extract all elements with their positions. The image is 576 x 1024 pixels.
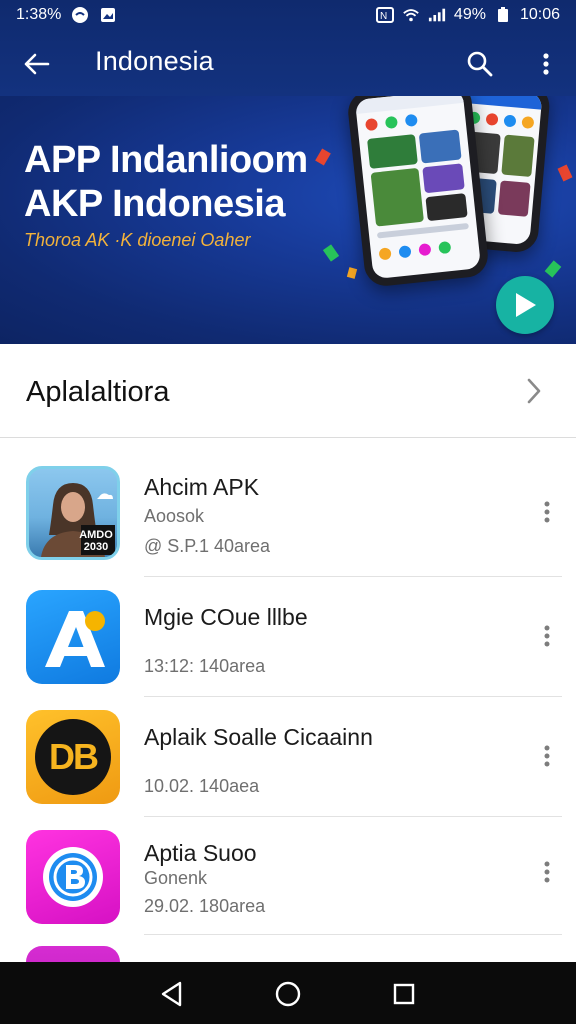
list-item[interactable]: AMDO 2030 Ahcim APK Aoosok @ S.P.1 40are… bbox=[0, 458, 576, 578]
arrow-left-icon bbox=[24, 53, 50, 75]
db-letters: DB bbox=[49, 736, 99, 777]
item-menu-button[interactable] bbox=[532, 616, 562, 656]
section-title: Aplalaltiora bbox=[26, 376, 170, 408]
search-icon bbox=[467, 51, 493, 77]
confetti bbox=[544, 260, 562, 278]
hero-headline: APP Indanlioom AKP Indonesia bbox=[24, 138, 308, 226]
shield-b-icon bbox=[26, 830, 120, 924]
search-button[interactable] bbox=[462, 46, 498, 82]
app-tile bbox=[376, 222, 469, 239]
app-dot bbox=[364, 117, 379, 132]
back-nav-icon bbox=[161, 981, 182, 1007]
photo-tile bbox=[422, 163, 465, 194]
image-notification-icon bbox=[99, 8, 117, 22]
app-developer: Aoosok bbox=[144, 506, 205, 526]
item-menu-button[interactable] bbox=[532, 736, 562, 776]
navigation-bar bbox=[0, 962, 576, 1024]
more-vert-icon bbox=[544, 625, 550, 647]
app-meta: 29.02. 180area bbox=[144, 896, 266, 916]
section-header[interactable]: Aplalaltiora bbox=[0, 344, 576, 438]
app-name: Aplaik Soalle Cicaainn bbox=[144, 724, 373, 750]
nav-home-button[interactable] bbox=[272, 978, 304, 1010]
play-button[interactable] bbox=[496, 276, 554, 334]
item-menu-button[interactable] bbox=[532, 852, 562, 892]
photo-tile bbox=[497, 180, 531, 217]
status-bar: 1:38% N 49% 10:06 bbox=[0, 0, 576, 30]
woman-photo-icon: AMDO 2030 bbox=[26, 466, 120, 560]
app-name: Aptia Suoo bbox=[144, 840, 257, 866]
app-tile bbox=[354, 96, 464, 115]
app-dot bbox=[404, 113, 418, 127]
list-item[interactable]: Aptia Suoo Gonenk 29.02. 180area bbox=[0, 818, 576, 938]
app-dot bbox=[503, 114, 517, 128]
status-clock: 10:06 bbox=[519, 6, 560, 23]
app-tile bbox=[463, 96, 543, 110]
list-item[interactable]: DB Aplaik Soalle Cicaainn 10.02. 140aea bbox=[0, 698, 576, 818]
more-options-button[interactable] bbox=[530, 46, 562, 82]
top-bar: 1:38% N 49% 10:06 Indonesia bbox=[0, 0, 576, 96]
home-nav-icon bbox=[275, 981, 301, 1007]
photo-tile bbox=[425, 193, 468, 222]
app-dot bbox=[378, 247, 392, 261]
hero-banner[interactable]: APP Indanlioom AKP Indonesia Thoroa AK ·… bbox=[0, 96, 576, 344]
phone-screen bbox=[354, 96, 482, 280]
app-developer: Gonenk bbox=[144, 868, 208, 888]
confetti bbox=[346, 267, 358, 279]
photo-tile bbox=[501, 134, 535, 178]
more-vert-icon bbox=[544, 501, 550, 523]
chevron-right-icon bbox=[527, 378, 541, 404]
back-button[interactable] bbox=[18, 48, 54, 80]
nav-back-button[interactable] bbox=[156, 978, 188, 1010]
item-menu-button[interactable] bbox=[532, 492, 562, 532]
list-item[interactable]: Mgie COue lllbe 13:12: 140area bbox=[0, 578, 576, 698]
confetti bbox=[315, 148, 331, 166]
photo-tile bbox=[367, 134, 418, 169]
app-meta: 13:12: 140area bbox=[144, 656, 266, 676]
battery-icon bbox=[494, 7, 512, 22]
hero-line-2: AKP Indonesia bbox=[24, 183, 285, 225]
letter-a-icon bbox=[26, 590, 120, 684]
page-title: Indonesia bbox=[95, 46, 214, 76]
nfc-icon: N bbox=[375, 7, 394, 23]
notification-icon bbox=[71, 7, 89, 23]
app-meta: 10.02. 140aea bbox=[144, 776, 260, 796]
more-vert-icon bbox=[543, 53, 549, 75]
app-dot bbox=[398, 245, 412, 259]
phone-mockup-front bbox=[346, 96, 490, 288]
app-dot bbox=[384, 115, 399, 130]
status-time: 1:38% bbox=[16, 6, 62, 23]
confetti bbox=[557, 164, 573, 182]
divider bbox=[144, 816, 562, 817]
app-name: Mgie COue lllbe bbox=[144, 604, 308, 630]
play-icon bbox=[516, 293, 536, 317]
app-dot bbox=[521, 116, 535, 130]
more-vert-icon bbox=[544, 861, 550, 883]
more-vert-icon bbox=[544, 745, 550, 767]
svg-text:N: N bbox=[380, 11, 387, 22]
nav-recents-button[interactable] bbox=[388, 978, 420, 1010]
hero-subtitle: Thoroa AK ·K dioenei Oaher bbox=[24, 230, 251, 250]
section-expand[interactable] bbox=[520, 376, 548, 406]
wifi-icon bbox=[402, 8, 420, 22]
app-dot bbox=[485, 112, 499, 126]
photo-tile bbox=[418, 129, 462, 164]
app-meta: @ S.P.1 40area bbox=[144, 536, 271, 556]
app-dot bbox=[418, 243, 432, 257]
battery-level: 49% bbox=[453, 6, 486, 23]
divider bbox=[144, 934, 562, 935]
app-bar: Indonesia bbox=[0, 36, 576, 92]
app-dot bbox=[438, 240, 452, 255]
divider bbox=[144, 696, 562, 697]
hero-line-1: APP Indanlioom bbox=[24, 139, 308, 181]
photo-tile bbox=[370, 167, 424, 227]
recents-nav-icon bbox=[393, 983, 415, 1005]
signal-icon bbox=[428, 8, 446, 22]
app-badge: AMDO 2030 bbox=[79, 529, 113, 553]
app-name: Ahcim APK bbox=[144, 474, 260, 500]
divider bbox=[144, 576, 562, 577]
db-badge-icon: DB bbox=[26, 710, 120, 804]
confetti bbox=[322, 244, 340, 262]
